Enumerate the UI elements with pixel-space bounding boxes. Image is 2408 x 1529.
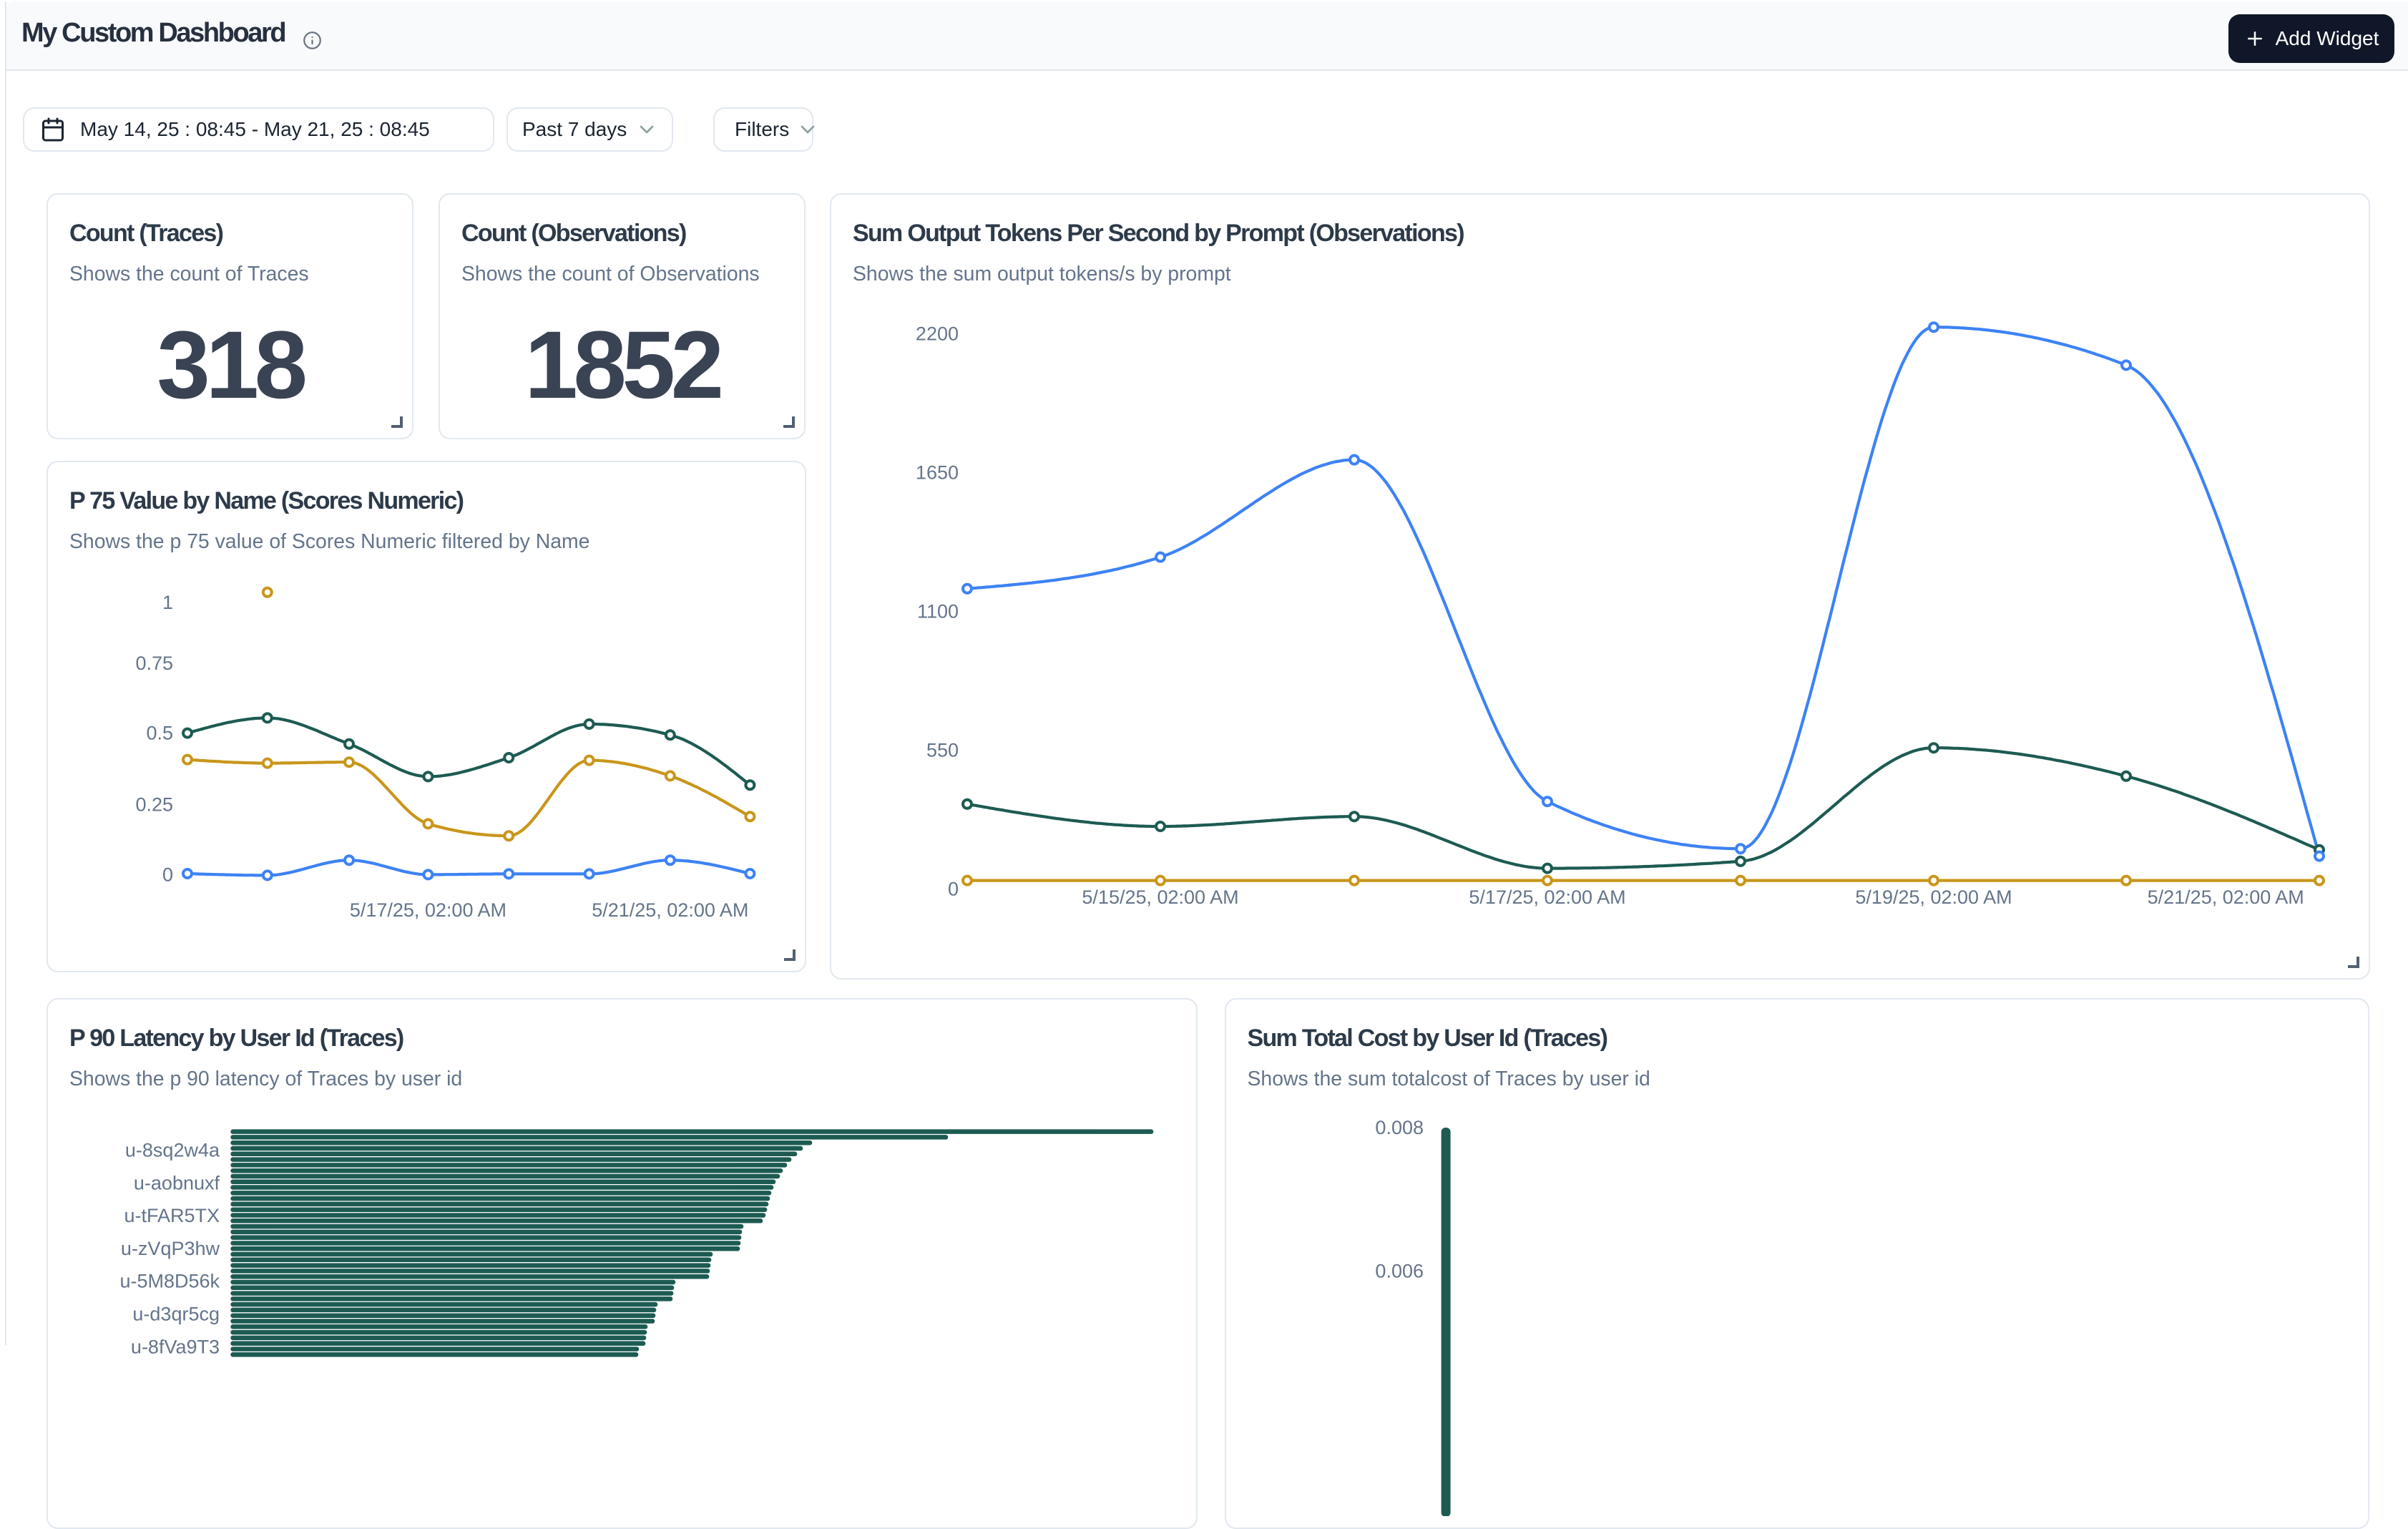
svg-text:u-aobnuxf: u-aobnuxf: [134, 1172, 220, 1193]
svg-text:5/15/25, 02:00 AM: 5/15/25, 02:00 AM: [1082, 886, 1238, 908]
svg-text:5/21/25, 02:00 AM: 5/21/25, 02:00 AM: [592, 899, 748, 921]
svg-text:5/17/25, 02:00 AM: 5/17/25, 02:00 AM: [350, 899, 506, 921]
svg-text:0: 0: [162, 864, 173, 885]
svg-text:0.75: 0.75: [135, 653, 173, 674]
svg-text:1100: 1100: [917, 600, 959, 622]
svg-text:0.25: 0.25: [135, 794, 173, 816]
svg-text:550: 550: [926, 739, 959, 761]
svg-text:1: 1: [162, 592, 173, 613]
svg-text:0.5: 0.5: [146, 723, 173, 744]
svg-text:u-8fVa9T3: u-8fVa9T3: [131, 1336, 220, 1357]
svg-text:u-tFAR5TX: u-tFAR5TX: [124, 1205, 220, 1226]
svg-text:5/21/25, 02:00 AM: 5/21/25, 02:00 AM: [2148, 886, 2304, 908]
svg-text:5/17/25, 02:00 AM: 5/17/25, 02:00 AM: [1469, 886, 1625, 908]
svg-text:u-zVqP3hw: u-zVqP3hw: [121, 1238, 220, 1259]
svg-text:2200: 2200: [916, 323, 959, 344]
svg-text:u-8sq2w4a: u-8sq2w4a: [125, 1140, 220, 1161]
svg-text:u-5M8D56k: u-5M8D56k: [119, 1271, 220, 1292]
svg-text:1650: 1650: [916, 461, 959, 483]
svg-text:0: 0: [948, 879, 959, 900]
svg-text:u-d3qr5cg: u-d3qr5cg: [132, 1304, 220, 1325]
svg-text:5/19/25, 02:00 AM: 5/19/25, 02:00 AM: [1855, 886, 2012, 908]
svg-text:0.006: 0.006: [1375, 1261, 1424, 1282]
svg-text:0.008: 0.008: [1375, 1117, 1424, 1138]
